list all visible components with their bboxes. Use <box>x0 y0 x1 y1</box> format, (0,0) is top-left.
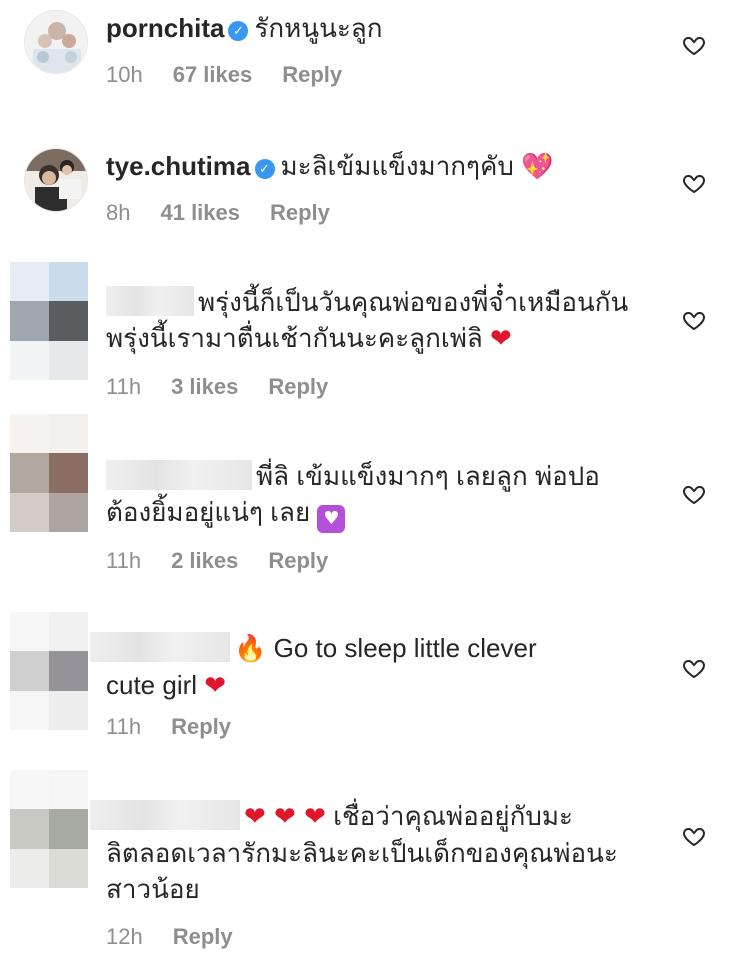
reply-button[interactable]: Reply <box>173 924 233 949</box>
comment-meta: 11h 3 likes Reply <box>106 374 358 400</box>
red-heart-emoji: ❤ <box>490 324 512 354</box>
heart-outline-icon[interactable] <box>682 33 706 57</box>
verified-badge-icon: ✓ <box>254 159 275 179</box>
timestamp: 11h <box>106 548 142 573</box>
heart-outline-icon[interactable] <box>682 308 706 332</box>
reply-button[interactable]: Reply <box>270 200 330 225</box>
comment-meta: 12h Reply <box>106 924 263 950</box>
purple-heart-emoji: ♥ <box>317 505 346 533</box>
comment-item: ❤ ❤ ❤ เชื่อว่าคุณพ่ออยู่กับมะ ลิตลอดเวลา… <box>0 770 750 961</box>
comment-meta: 8h 41 likes Reply <box>106 200 360 226</box>
blurred-avatar[interactable] <box>10 262 88 380</box>
blurred-username <box>106 286 194 316</box>
blurred-avatar[interactable] <box>10 612 88 730</box>
reply-button[interactable]: Reply <box>268 548 328 573</box>
comment-text: tye.chutima ✓ มะลิเข้มแข็งมากๆคับ 💖 <box>106 148 655 185</box>
red-heart-emoji: ❤ <box>204 671 227 701</box>
likes-count[interactable]: 67 likes <box>173 62 253 87</box>
heart-outline-icon[interactable] <box>682 824 706 848</box>
comment-item: พี่ลิ เข้มแข็งมากๆ เลยลูก พ่อปอ ต้องยิ้ม… <box>0 414 750 584</box>
timestamp: 12h <box>106 924 143 949</box>
red-heart-emoji: ❤ ❤ ❤ <box>244 802 326 832</box>
comment-text: 🔥 Go to sleep little clever cute girl ❤ <box>90 630 655 704</box>
timestamp: 8h <box>106 200 131 225</box>
timestamp: 10h <box>106 62 143 87</box>
reply-button[interactable]: Reply <box>282 62 342 87</box>
comment-body: มะลิเข้มแข็งมากๆคับ <box>280 151 514 181</box>
comment-body-line1: พี่ลิ เข้มแข็งมากๆ เลยลูก พ่อปอ <box>256 461 600 491</box>
comment-body-line1: พรุ่งนี้ก็เป็นวันคุณพ่อของพี่จ๋ำเหมือนกั… <box>198 287 629 317</box>
comment-meta: 10h 67 likes Reply <box>106 62 372 88</box>
likes-count[interactable]: 3 likes <box>171 374 238 399</box>
comment-item: tye.chutima ✓ มะลิเข้มแข็งมากๆคับ 💖 8h 41 l… <box>0 140 750 250</box>
blurred-username <box>90 632 230 662</box>
comment-body-line1: Go to sleep little clever <box>273 633 537 663</box>
comment-body-line2: พรุ่งนี้เรามาตื่นเช้ากันนะคะลูกเพ่ลิ <box>106 323 483 353</box>
sparkling-heart-emoji: 💖 <box>521 152 554 182</box>
comment-text: พรุ่งนี้ก็เป็นวันคุณพ่อของพี่จ๋ำเหมือนกั… <box>106 284 655 357</box>
verified-badge-icon: ✓ <box>228 21 249 41</box>
username[interactable]: tye.chutima <box>106 151 251 181</box>
avatar[interactable] <box>24 10 88 74</box>
fire-emoji: 🔥 <box>234 634 267 664</box>
comment-body: รักหนูนะลูก <box>254 13 383 43</box>
username[interactable]: pornchita <box>106 13 224 43</box>
reply-button[interactable]: Reply <box>171 714 231 739</box>
heart-outline-icon[interactable] <box>682 171 706 195</box>
comment-item: 🔥 Go to sleep little clever cute girl ❤ … <box>0 604 750 754</box>
likes-count[interactable]: 2 likes <box>171 548 238 573</box>
comment-text: พี่ลิ เข้มแข็งมากๆ เลยลูก พ่อปอ ต้องยิ้ม… <box>106 458 655 533</box>
comment-body-line2: ต้องยิ้มอยู่แน่ๆ เลย <box>106 497 311 527</box>
likes-count[interactable]: 41 likes <box>160 200 240 225</box>
timestamp: 11h <box>106 714 142 739</box>
comment-item: pornchita ✓ รักหนูนะลูก 10h 67 likes Reply <box>0 0 750 120</box>
blurred-avatar[interactable] <box>10 770 88 888</box>
avatar[interactable] <box>24 148 88 212</box>
heart-outline-icon[interactable] <box>682 482 706 506</box>
reply-button[interactable]: Reply <box>268 374 328 399</box>
comment-item: พรุ่งนี้ก็เป็นวันคุณพ่อของพี่จ๋ำเหมือนกั… <box>0 258 750 408</box>
heart-outline-icon[interactable] <box>682 656 706 680</box>
timestamp: 11h <box>106 374 142 399</box>
comment-body-line2: ลิตลอดเวลารักมะลินะคะเป็นเด็กของคุณพ่อนะ <box>106 838 618 868</box>
blurred-username <box>90 800 240 830</box>
comment-body-line2: cute girl <box>106 670 198 700</box>
blurred-username <box>106 460 252 490</box>
comment-text: pornchita ✓ รักหนูนะลูก <box>106 10 655 46</box>
comment-text: ❤ ❤ ❤ เชื่อว่าคุณพ่ออยู่กับมะ ลิตลอดเวลา… <box>90 798 655 907</box>
comment-body-line3: สาวน้อย <box>106 874 200 904</box>
blurred-avatar[interactable] <box>10 414 88 532</box>
comment-meta: 11h Reply <box>106 714 261 740</box>
comment-body-line1: เชื่อว่าคุณพ่ออยู่กับมะ <box>333 801 573 831</box>
comment-meta: 11h 2 likes Reply <box>106 548 358 574</box>
